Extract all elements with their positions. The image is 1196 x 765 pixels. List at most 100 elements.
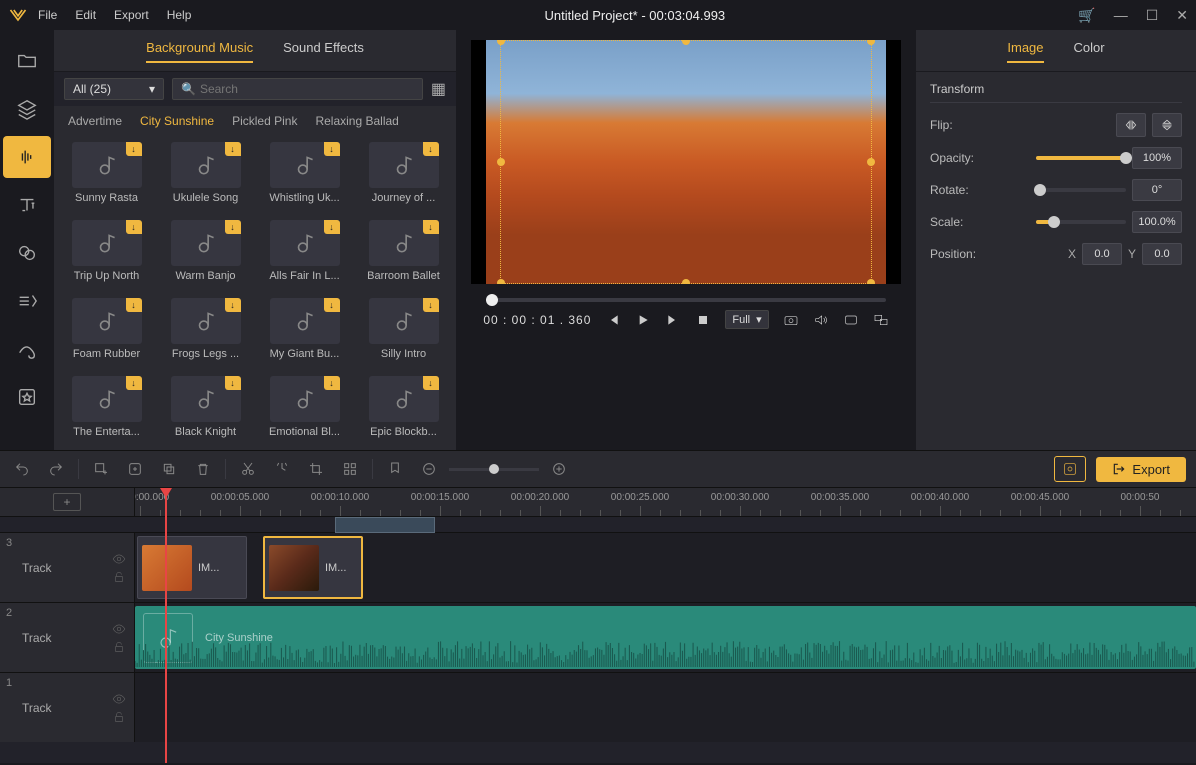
sidebar-media[interactable] [3,40,51,82]
download-icon[interactable]: ↓ [423,142,439,156]
asset-thumb[interactable]: ↓ [369,376,439,422]
lock-icon[interactable] [112,710,126,724]
delete-button[interactable] [191,457,215,481]
scrubber-knob[interactable] [486,294,498,306]
menu-file[interactable]: File [38,8,57,22]
flip-vertical-button[interactable] [1152,113,1182,137]
search-input[interactable] [200,82,414,96]
tab-color[interactable]: Color [1074,40,1105,63]
download-icon[interactable]: ↓ [324,376,340,390]
asset-item[interactable]: ↓ Trip Up North [64,220,149,288]
menu-edit[interactable]: Edit [75,8,96,22]
pos-y-value[interactable]: 0.0 [1142,243,1182,265]
maximize-button[interactable]: ☐ [1146,7,1159,24]
asset-item[interactable]: ↓ Warm Banjo [163,220,248,288]
asset-item[interactable]: ↓ Epic Blockb... [361,376,446,444]
track-lane-2[interactable]: City Sunshine [135,603,1196,672]
next-frame-button[interactable] [665,312,681,328]
asset-thumb[interactable]: ↓ [72,142,142,188]
asset-thumb[interactable]: ↓ [270,220,340,266]
cat-city-sunshine[interactable]: City Sunshine [140,114,214,128]
opacity-value[interactable]: 100% [1132,147,1182,169]
add-track-button[interactable]: + [53,493,81,511]
asset-thumb[interactable]: ↓ [171,376,241,422]
rotate-slider[interactable] [1036,188,1126,192]
download-icon[interactable]: ↓ [324,220,340,234]
track-lane-1[interactable] [135,673,1196,742]
sidebar-text[interactable] [3,184,51,226]
rotate-value[interactable]: 0° [1132,179,1182,201]
lock-icon[interactable] [112,570,126,584]
asset-item[interactable]: ↓ Emotional Bl... [262,376,347,444]
volume-button[interactable] [813,312,829,328]
preview-scrubber[interactable] [486,298,886,302]
track-head-2[interactable]: 2 Track [0,603,135,672]
cut-button[interactable] [236,457,260,481]
cat-advertime[interactable]: Advertime [68,114,122,128]
export-settings-button[interactable] [1054,456,1086,482]
asset-item[interactable]: ↓ Black Knight [163,376,248,444]
asset-item[interactable]: ↓ Frogs Legs ... [163,298,248,366]
sidebar-layers[interactable] [3,88,51,130]
pos-x-value[interactable]: 0.0 [1082,243,1122,265]
asset-item[interactable]: ↓ Ukulele Song [163,142,248,210]
zoom-in-button[interactable] [547,457,571,481]
visibility-icon[interactable] [112,692,126,706]
menu-help[interactable]: Help [167,8,192,22]
fullscreen-button[interactable] [873,312,889,328]
video-clip-1[interactable]: IM... [137,536,247,599]
lock-icon[interactable] [112,640,126,654]
tab-sound-effects[interactable]: Sound Effects [283,40,364,63]
asset-thumb[interactable]: ↓ [270,142,340,188]
download-icon[interactable]: ↓ [126,220,142,234]
menu-export[interactable]: Export [114,8,149,22]
preview-size-select[interactable]: Full ▾ [725,310,768,329]
scale-value[interactable]: 100.0% [1132,211,1182,233]
download-icon[interactable]: ↓ [324,142,340,156]
thumb-clip[interactable] [335,517,435,533]
undo-button[interactable] [10,457,34,481]
zoom-out-button[interactable] [417,457,441,481]
asset-item[interactable]: ↓ Silly Intro [361,298,446,366]
redo-button[interactable] [44,457,68,481]
asset-item[interactable]: ↓ Barroom Ballet [361,220,446,288]
download-icon[interactable]: ↓ [225,142,241,156]
scale-slider[interactable] [1036,220,1126,224]
asset-thumb[interactable]: ↓ [171,298,241,344]
sidebar-elements[interactable] [3,376,51,418]
asset-item[interactable]: ↓ My Giant Bu... [262,298,347,366]
cart-icon[interactable]: 🛒 [1078,7,1095,24]
track-head-3[interactable]: 3 Track [0,533,135,602]
audio-clip[interactable]: City Sunshine [135,606,1196,669]
flip-horizontal-button[interactable] [1116,113,1146,137]
library-filter-dropdown[interactable]: All (25) ▾ [64,78,164,100]
asset-thumb[interactable]: ↓ [369,220,439,266]
add-clip-button[interactable] [123,457,147,481]
asset-item[interactable]: ↓ Sunny Rasta [64,142,149,210]
asset-thumb[interactable]: ↓ [171,142,241,188]
download-icon[interactable]: ↓ [423,376,439,390]
export-button[interactable]: Export [1096,457,1186,482]
track-head-1[interactable]: 1 Track [0,673,135,742]
download-icon[interactable]: ↓ [225,298,241,312]
download-icon[interactable]: ↓ [423,298,439,312]
zoom-slider[interactable] [449,468,539,471]
asset-item[interactable]: ↓ Journey of ... [361,142,446,210]
visibility-icon[interactable] [112,552,126,566]
minimize-button[interactable]: — [1114,7,1128,23]
timeline-ruler[interactable]: 00:00:00.00000:00:05.00000:00:10.00000:0… [135,488,1196,516]
tab-image[interactable]: Image [1007,40,1043,63]
speed-button[interactable] [270,457,294,481]
asset-thumb[interactable]: ↓ [72,220,142,266]
asset-item[interactable]: ↓ The Enterta... [64,376,149,444]
asset-thumb[interactable]: ↓ [72,376,142,422]
video-clip-2[interactable]: IM... [263,536,363,599]
sidebar-audio[interactable] [3,136,51,178]
asset-item[interactable]: ↓ Whistling Uk... [262,142,347,210]
add-media-button[interactable] [89,457,113,481]
asset-thumb[interactable]: ↓ [72,298,142,344]
stop-button[interactable] [695,312,711,328]
sidebar-color[interactable] [3,328,51,370]
opacity-slider[interactable] [1036,156,1126,160]
mosaic-button[interactable] [338,457,362,481]
